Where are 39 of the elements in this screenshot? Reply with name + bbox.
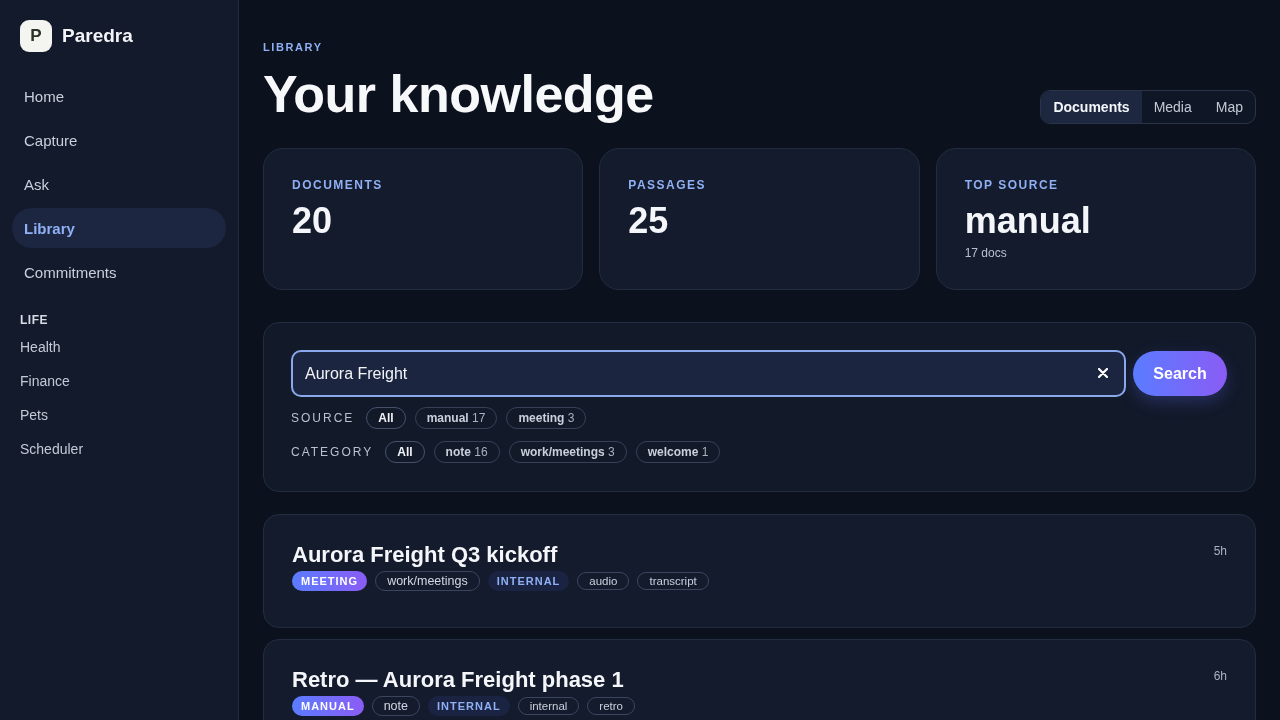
visibility-badge: INTERNAL	[428, 696, 510, 716]
stat-label: TOP SOURCE	[964, 177, 1060, 193]
nav-item[interactable]: Library	[12, 208, 226, 248]
page-title: Your knowledge	[263, 64, 654, 124]
search-button[interactable]: Search	[1133, 351, 1227, 396]
view-tab[interactable]: Map	[1203, 91, 1255, 123]
result-time: 5h	[1213, 544, 1227, 558]
nav-item[interactable]: Home	[12, 76, 226, 116]
nav-item[interactable]: Pets	[20, 398, 226, 432]
stat-value: 20	[292, 199, 334, 243]
page-eyebrow: LIBRARY	[263, 40, 324, 54]
view-tab[interactable]: Documents	[1041, 91, 1142, 123]
result-title[interactable]: Retro — Aurora Freight phase 1	[292, 667, 624, 693]
stat-value: manual	[964, 199, 1092, 243]
nav-item[interactable]: Finance	[20, 364, 226, 398]
result-title[interactable]: Aurora Freight Q3 kickoff	[292, 542, 558, 568]
nav-item[interactable]: Scheduler	[20, 432, 226, 466]
stat-label: PASSAGES	[628, 177, 708, 193]
section-heading: LIFE	[20, 312, 49, 328]
filter-label: CATEGORY	[291, 445, 374, 459]
brand-name: Paredra	[62, 25, 133, 47]
source-badge: MEETING	[292, 571, 368, 591]
nav-item[interactable]: Ask	[12, 164, 226, 204]
nav-item[interactable]: Capture	[12, 120, 226, 160]
clear-icon[interactable]	[1098, 368, 1108, 378]
search-field[interactable]: Aurora Freight	[291, 350, 1126, 397]
nav-item[interactable]: Health	[20, 330, 226, 364]
nav-item[interactable]: Commitments	[12, 252, 226, 292]
result-card[interactable]: Aurora Freight Q3 kickoff 5h MEETING work/meetings INTERNAL audio transcript	[263, 514, 1256, 628]
view-tab[interactable]: Media	[1141, 91, 1204, 123]
source-badge: MANUAL	[292, 696, 364, 716]
filter-label: SOURCE	[291, 411, 355, 425]
stat-value: 25	[628, 199, 670, 243]
stat-note: 17 docs	[964, 245, 1008, 261]
result-time: 6h	[1213, 669, 1227, 683]
result-card[interactable]: Retro — Aurora Freight phase 1 6h MANUAL note INTERNAL internal retro	[263, 639, 1256, 720]
visibility-badge: INTERNAL	[487, 571, 570, 591]
stat-label: DOCUMENTS	[292, 177, 384, 193]
brand-logo: P	[20, 20, 52, 52]
